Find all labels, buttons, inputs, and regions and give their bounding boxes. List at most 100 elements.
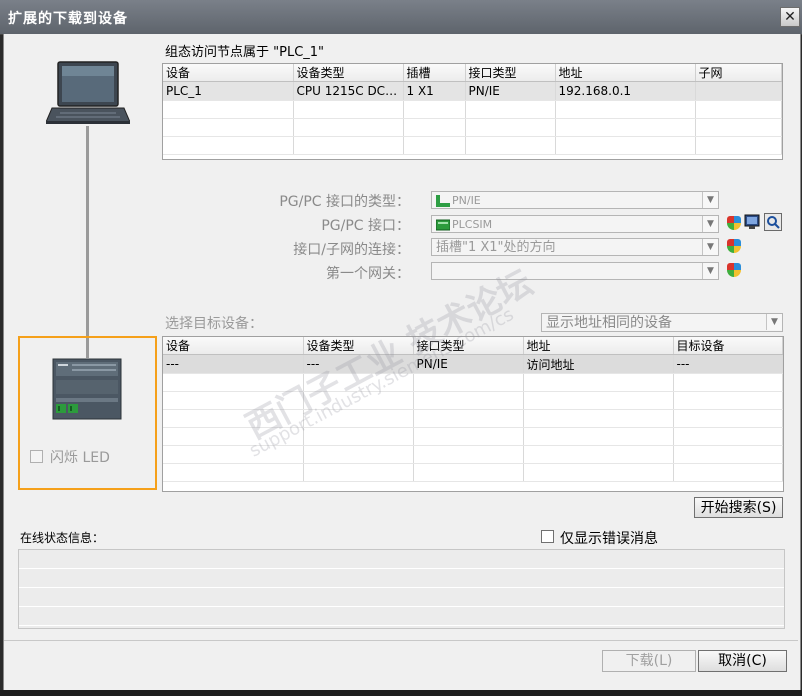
table-cell <box>695 136 782 155</box>
table-cell <box>413 463 524 482</box>
download-button[interactable]: 下载(L) <box>602 650 696 672</box>
tgt-column-header[interactable]: 设备类型 <box>303 337 414 355</box>
chevron-down-icon: ▼ <box>702 192 718 208</box>
pgpc-interface-value: PLCSIM <box>452 218 493 231</box>
close-button[interactable]: ✕ <box>780 7 800 27</box>
target-filter-select[interactable]: 显示地址相同的设备 ▼ <box>541 313 783 332</box>
subnet-connection-value: 插槽"1 X1"处的方向 <box>436 240 556 255</box>
table-cell <box>673 391 783 410</box>
status-label: 在线状态信息： <box>20 531 105 545</box>
configured-node-table: 设备 设备类型 插槽 接口类型 地址 子网 PLC_1 CPU 1215C DC/D... 1… <box>162 63 783 160</box>
tgt-column-header[interactable]: 目标设备 <box>673 337 783 355</box>
table-cell <box>465 118 556 137</box>
cfg-column-header[interactable]: 接口类型 <box>465 64 556 82</box>
table-cell <box>413 409 524 428</box>
title-bar: 扩展的下载到设备 ✕ <box>0 0 802 35</box>
table-cell: PLC_1 <box>163 81 294 101</box>
cancel-button[interactable]: 取消(C) <box>698 650 787 672</box>
plc-icon <box>52 358 122 420</box>
table-cell: CPU 1215C DC/D... <box>293 81 404 101</box>
gateway-select[interactable]: ▼ <box>431 262 719 280</box>
table-cell <box>303 445 414 464</box>
cfg-column-header[interactable]: 插槽 <box>403 64 466 82</box>
pgpc-type-select[interactable]: PN/IE ▼ <box>431 191 719 209</box>
table-cell <box>403 136 466 155</box>
shield-icon[interactable] <box>727 239 741 253</box>
table-row <box>163 391 783 410</box>
table-cell <box>695 100 782 119</box>
table-cell <box>163 409 304 428</box>
connection-line <box>86 126 89 358</box>
flash-led-checkbox[interactable] <box>30 450 43 463</box>
pgpc-interface-select[interactable]: PLCSIM ▼ <box>431 215 719 233</box>
taskbar-strip <box>0 690 802 696</box>
table-cell <box>303 409 414 428</box>
tgt-column-header[interactable]: 地址 <box>523 337 674 355</box>
table-cell <box>673 409 783 428</box>
table-cell <box>673 445 783 464</box>
table-cell <box>303 427 414 446</box>
table-cell <box>673 463 783 482</box>
table-cell <box>555 100 696 119</box>
table-cell <box>403 100 466 119</box>
table-cell <box>293 100 404 119</box>
table-row[interactable]: PLC_1 CPU 1215C DC/D... 1 X1 PN/IE 192.168.0… <box>163 81 782 101</box>
table-cell <box>413 391 524 410</box>
gateway-label: 第一个网关： <box>326 266 410 282</box>
table-cell <box>523 427 674 446</box>
table-cell: 192.168.0.1 <box>555 81 696 101</box>
table-cell <box>163 100 294 119</box>
subnet-connection-select[interactable]: 插槽"1 X1"处的方向 ▼ <box>431 238 719 256</box>
table-row <box>163 373 783 392</box>
shield-icon[interactable] <box>727 216 741 230</box>
errors-only-checkbox[interactable] <box>541 530 554 543</box>
table-cell <box>555 118 696 137</box>
table-cell <box>523 463 674 482</box>
cfg-column-header[interactable]: 地址 <box>555 64 696 82</box>
cfg-column-header[interactable]: 子网 <box>695 64 782 82</box>
table-row <box>163 445 783 464</box>
status-messages <box>18 549 785 629</box>
table-cell <box>695 81 782 101</box>
pgpc-type-value: PN/IE <box>452 194 481 207</box>
target-heading: 选择目标设备： <box>165 316 263 332</box>
shield-icon[interactable] <box>727 263 741 277</box>
table-cell <box>163 463 304 482</box>
table-row <box>163 409 783 428</box>
chevron-down-icon: ▼ <box>766 314 782 330</box>
table-cell <box>293 136 404 155</box>
window-title: 扩展的下载到设备 <box>8 11 128 27</box>
table-cell: --- <box>163 354 304 374</box>
table-cell <box>303 373 414 392</box>
properties-icon[interactable] <box>744 214 760 230</box>
tgt-column-header[interactable]: 接口类型 <box>413 337 524 355</box>
chevron-down-icon: ▼ <box>702 216 718 232</box>
flash-led-label: 闪烁 LED <box>50 450 110 466</box>
table-row[interactable]: --- --- PN/IE 访问地址 --- <box>163 354 783 374</box>
table-cell <box>555 136 696 155</box>
table-cell <box>163 373 304 392</box>
table-cell <box>163 445 304 464</box>
chevron-down-icon: ▼ <box>702 239 718 255</box>
table-cell <box>695 118 782 137</box>
table-cell <box>523 409 674 428</box>
cfg-column-header[interactable]: 设备 <box>163 64 294 82</box>
table-cell <box>673 373 783 392</box>
table-cell <box>465 136 556 155</box>
table-cell <box>303 463 414 482</box>
start-search-button[interactable]: 开始搜索(S) <box>694 497 783 518</box>
table-cell: PN/IE <box>413 354 524 374</box>
pc-icon <box>45 60 131 126</box>
table-cell <box>403 118 466 137</box>
pn-ie-icon <box>436 195 450 207</box>
table-cell <box>413 445 524 464</box>
tgt-column-header[interactable]: 设备 <box>163 337 304 355</box>
pgpc-type-label: PG/PC 接口的类型： <box>279 194 410 210</box>
table-cell: --- <box>673 354 783 374</box>
table-cell <box>163 136 294 155</box>
table-row <box>163 427 783 446</box>
cfg-column-header[interactable]: 设备类型 <box>293 64 404 82</box>
table-row <box>163 136 782 155</box>
table-cell <box>163 118 294 137</box>
diagnostics-icon[interactable] <box>764 213 782 231</box>
